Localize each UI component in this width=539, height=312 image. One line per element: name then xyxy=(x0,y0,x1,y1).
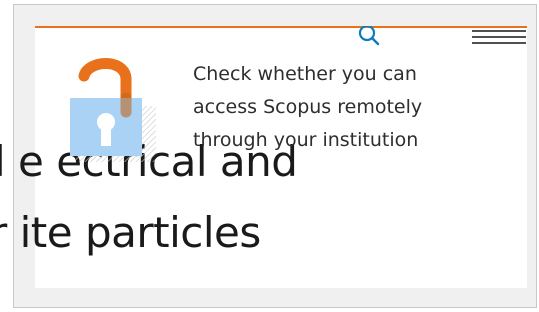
hamburger-menu-icon[interactable] xyxy=(472,30,526,46)
article-title-line-2: r ite particles xyxy=(0,208,261,257)
menu-bar-top xyxy=(472,30,526,32)
search-icon[interactable] xyxy=(356,24,382,48)
menu-bar-bottom xyxy=(472,42,526,44)
accent-rule xyxy=(35,26,527,28)
menu-bar-middle xyxy=(472,36,526,38)
open-padlock-icon xyxy=(66,56,158,164)
remote-access-message: Check whether you can access Scopus remo… xyxy=(193,63,423,151)
